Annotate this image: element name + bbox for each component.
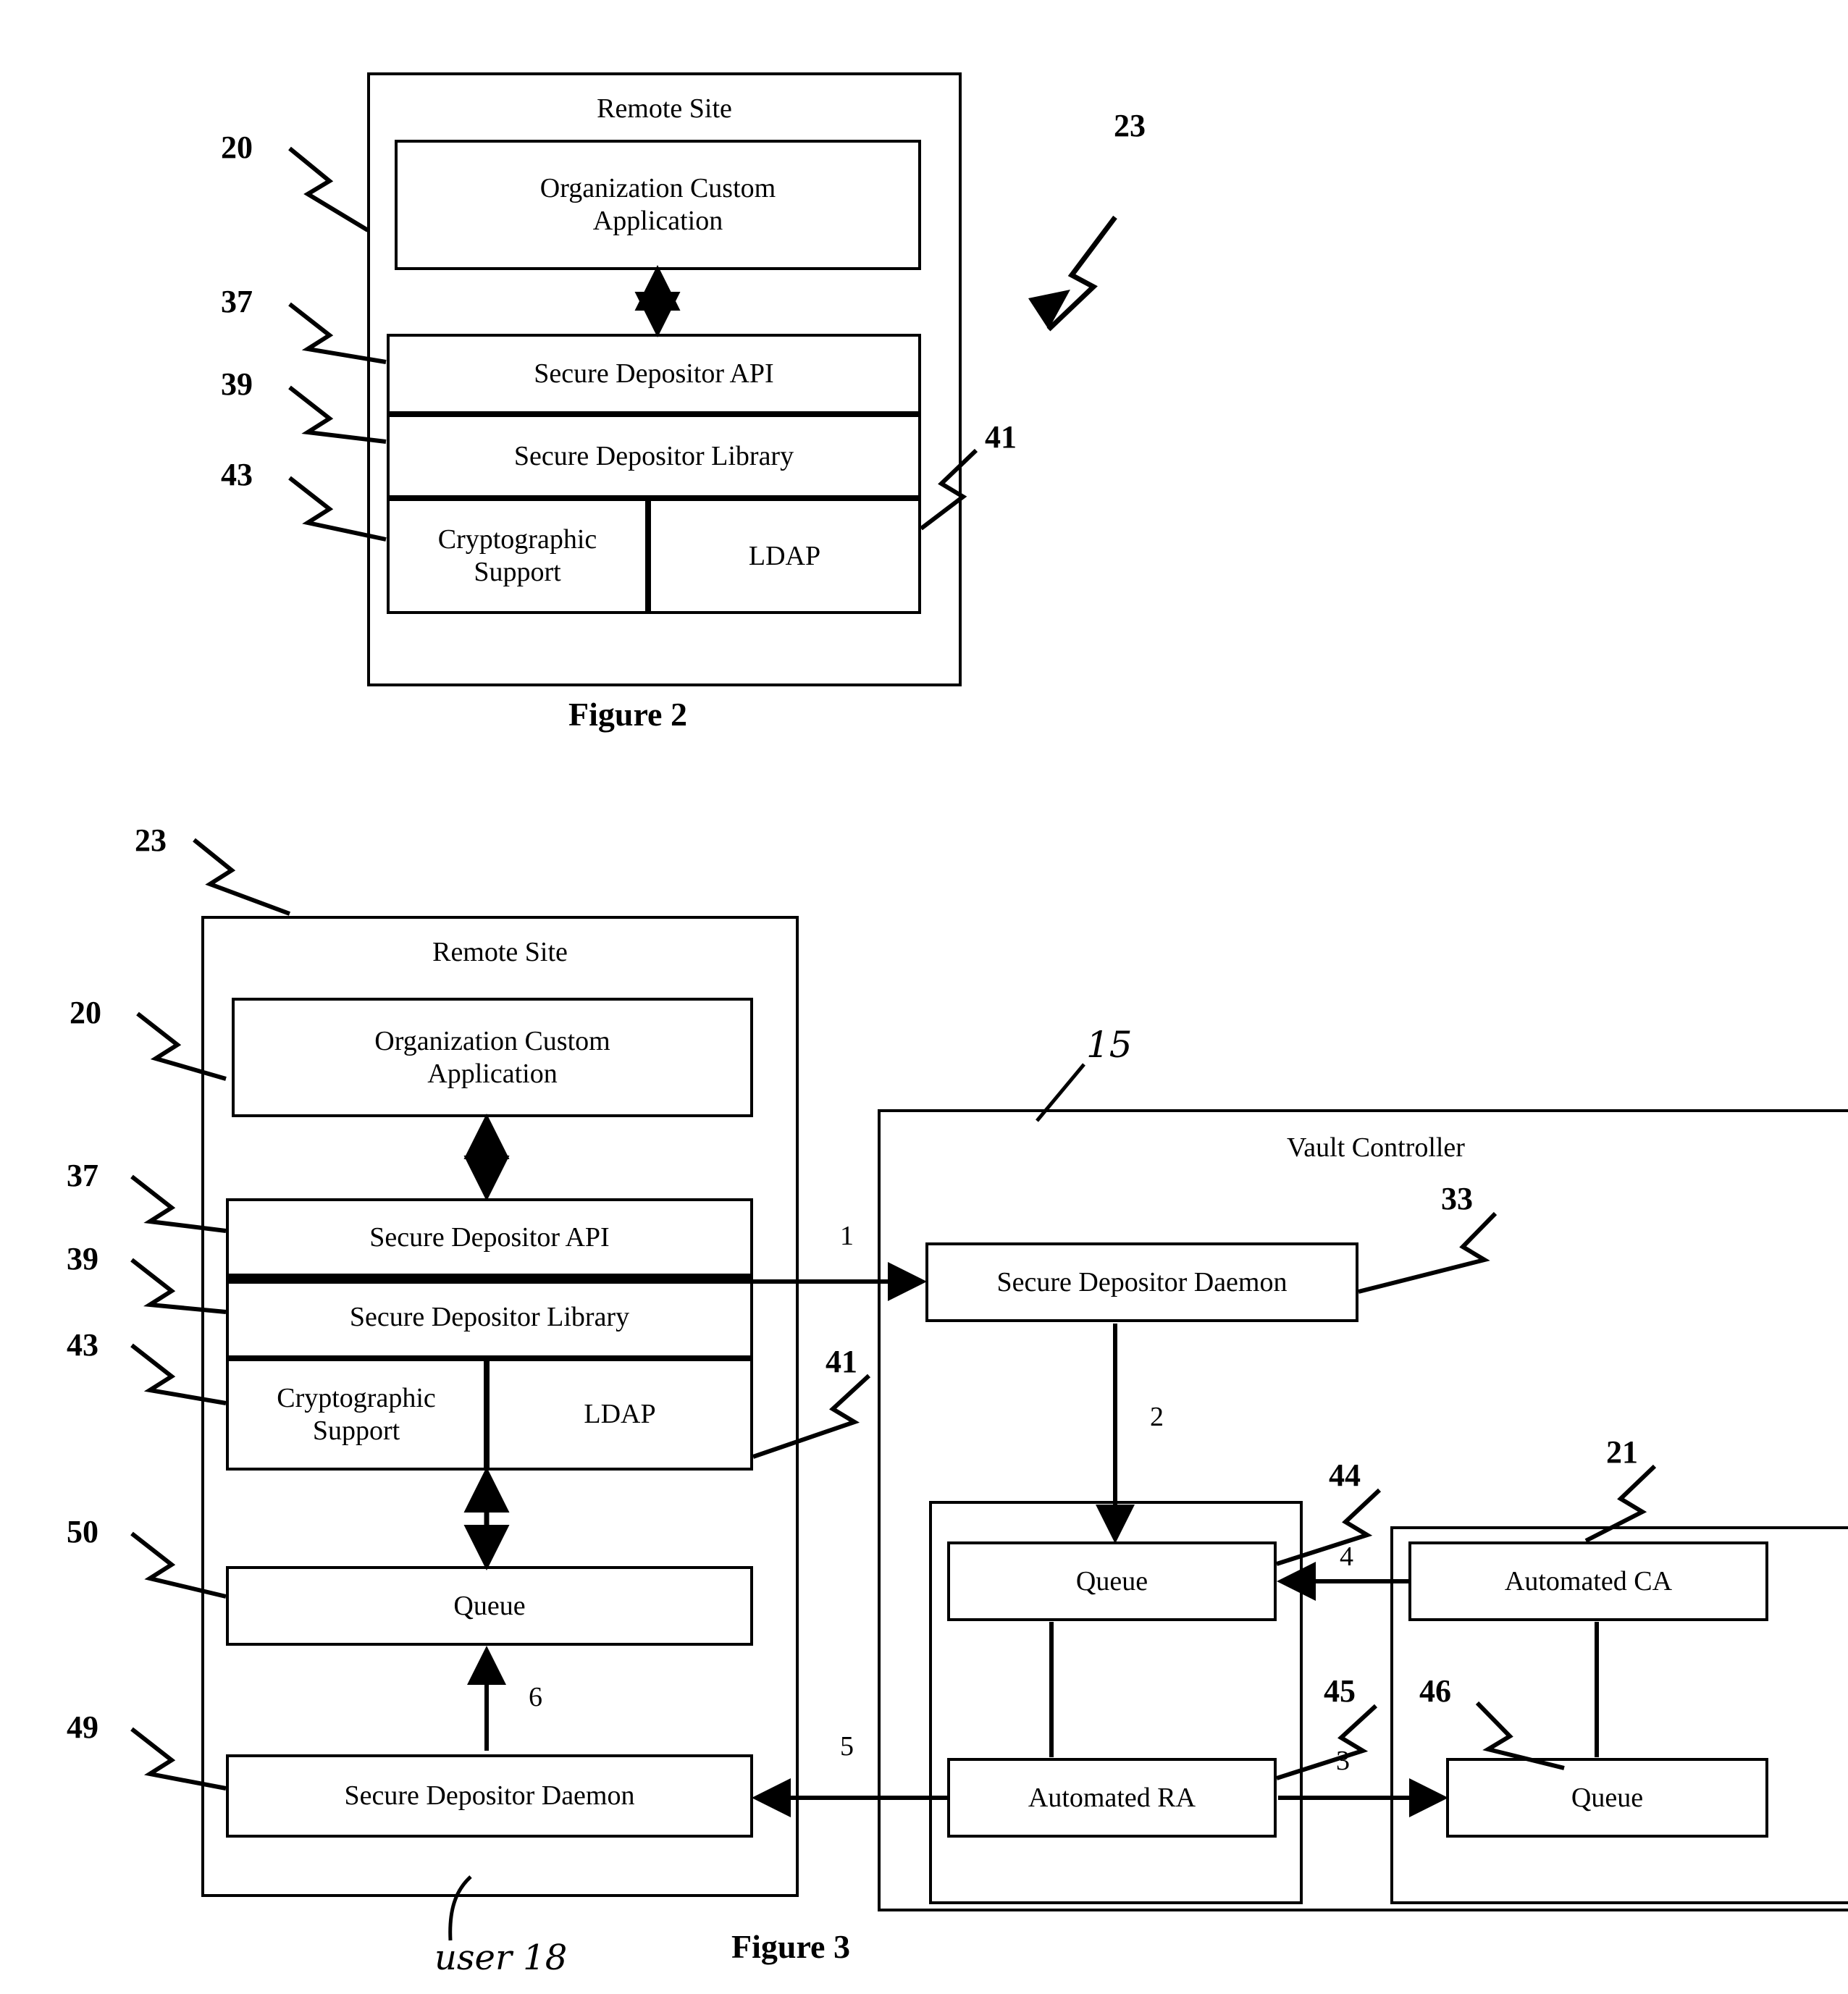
fig3-ref-45: 45 xyxy=(1324,1673,1356,1709)
fig3-ref-44: 44 xyxy=(1329,1457,1361,1493)
fig3-ref-50: 50 xyxy=(67,1514,98,1549)
fig3-handwritten-user-18: user 18 xyxy=(434,1938,568,1978)
fig2-ref-37: 37 xyxy=(221,284,253,319)
fig2-ref-43: 43 xyxy=(221,457,253,492)
fig3-ra-queue-label: Queue xyxy=(1075,1565,1148,1597)
fig3-caption: Figure 3 xyxy=(731,1928,850,1965)
fig3-flow-4: 4 xyxy=(1340,1541,1353,1572)
fig3-ref-37: 37 xyxy=(67,1158,98,1193)
fig3-ref-21: 21 xyxy=(1606,1434,1638,1470)
fig2-organization-custom-application-label: Organization Custom Application xyxy=(539,173,776,236)
fig3-automated-ra-label: Automated RA xyxy=(1028,1782,1196,1813)
fig3-remote-secure-depositor-daemon-label: Secure Depositor Daemon xyxy=(344,1780,635,1812)
patent-figure-sheet: Remote Site Organization Custom Applicat… xyxy=(0,0,1848,1994)
fig3-ref-20: 20 xyxy=(70,995,101,1030)
fig3-flow-2: 2 xyxy=(1150,1402,1164,1432)
fig2-ref-41: 41 xyxy=(985,419,1017,455)
fig3-ref-23: 23 xyxy=(135,823,167,858)
fig2-ref-23: 23 xyxy=(1114,108,1146,143)
fig3-ref-33: 33 xyxy=(1441,1181,1473,1216)
fig3-flow-3: 3 xyxy=(1336,1746,1350,1776)
fig2-ref-39: 39 xyxy=(221,366,253,402)
fig3-ref-43: 43 xyxy=(67,1327,98,1363)
fig3-ref-39: 39 xyxy=(67,1241,98,1276)
fig3-secure-depositor-api-label: Secure Depositor API xyxy=(369,1221,610,1253)
fig3-remote-queue-label: Queue xyxy=(453,1590,526,1621)
fig2-secure-depositor-library-label: Secure Depositor Library xyxy=(513,440,794,471)
fig3-vault-secure-depositor-daemon-label: Secure Depositor Daemon xyxy=(996,1266,1288,1297)
fig2-ref-20: 20 xyxy=(221,130,253,165)
fig2-ldap-label: LDAP xyxy=(748,540,821,571)
fig2-cryptographic-support-label: Cryptographic Support xyxy=(437,524,597,587)
fig3-flow-1: 1 xyxy=(840,1221,854,1251)
fig3-secure-depositor-library-label: Secure Depositor Library xyxy=(349,1302,630,1333)
fig3-remote-site-label: Remote Site xyxy=(432,937,568,967)
fig3-ldap-label: LDAP xyxy=(584,1399,656,1430)
fig3-ref-46: 46 xyxy=(1419,1673,1451,1709)
fig2-caption: Figure 2 xyxy=(568,696,687,733)
fig2-arrow-23 xyxy=(1028,215,1117,332)
fig3-flow-6: 6 xyxy=(529,1682,542,1712)
fig3-vault-controller-label: Vault Controller xyxy=(1287,1132,1465,1163)
fig2-remote-site-label: Remote Site xyxy=(597,93,732,124)
fig3-ca-queue-label: Queue xyxy=(1571,1782,1644,1813)
fig3-handwritten-15: 15 xyxy=(1086,1024,1133,1066)
fig3-flow-5: 5 xyxy=(840,1731,854,1762)
fig3-ref-49: 49 xyxy=(67,1709,98,1745)
fig3-automated-ca-label: Automated CA xyxy=(1504,1565,1673,1597)
fig3-organization-custom-application-label: Organization Custom Application xyxy=(374,1025,610,1089)
fig2-secure-depositor-api-label: Secure Depositor API xyxy=(534,358,774,390)
fig3-ref-41: 41 xyxy=(826,1344,857,1379)
fig3-cryptographic-support-label: Cryptographic Support xyxy=(277,1382,436,1446)
